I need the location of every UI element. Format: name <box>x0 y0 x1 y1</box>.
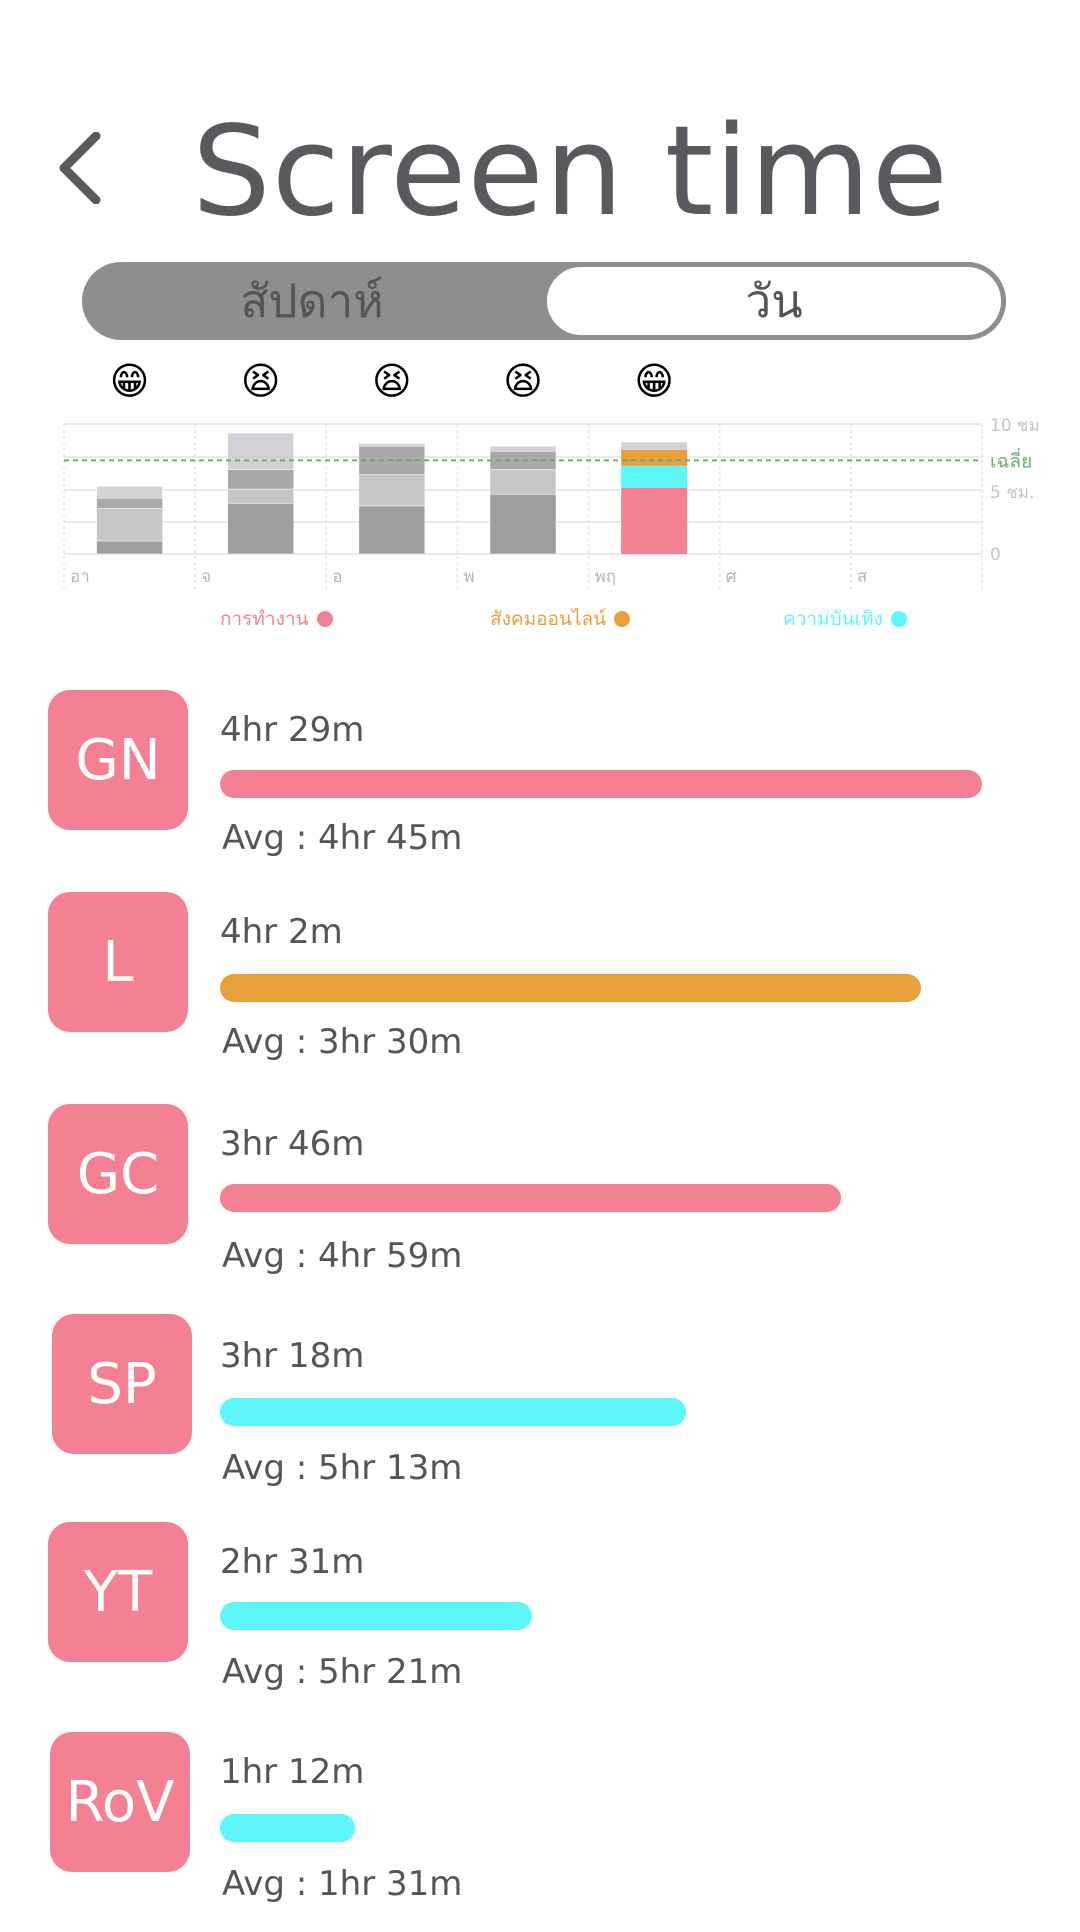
app-badge: SP <box>52 1314 192 1454</box>
app-row-yt[interactable]: YT 2hr 31m Avg : 5hr 21m <box>0 1522 1080 1722</box>
day-label: พฤ <box>595 567 617 587</box>
chart-bar-segment <box>227 432 294 470</box>
chart-bar-segment <box>489 445 557 452</box>
chart-bar-segment <box>227 488 294 504</box>
screen-time-chart: 😁 อา 😫 จ 😫 อ 😫 พ 😁 พฤ ศ ส 10 ชม 5 ชม. 0 เฉลี่ย <box>63 360 1040 590</box>
day-label: พ <box>463 567 474 587</box>
day-label: จ <box>201 567 211 587</box>
app-average: Avg : 4hr 45m <box>222 818 463 858</box>
app-row-sp[interactable]: SP 3hr 18m Avg : 5hr 13m <box>0 1314 1080 1514</box>
usage-bar <box>220 1398 686 1426</box>
app-time: 2hr 31m <box>220 1542 365 1582</box>
usage-bar <box>220 974 921 1002</box>
app-row-rov[interactable]: RoV 1hr 12m Avg : 1hr 31m <box>0 1732 1080 1932</box>
chart-bar-segment <box>96 497 163 509</box>
app-average: Avg : 5hr 13m <box>222 1448 463 1488</box>
chart-bar-segment <box>621 465 688 488</box>
app-time: 3hr 18m <box>220 1336 365 1376</box>
app-row-gc[interactable]: GC 3hr 46m Avg : 4hr 59m <box>0 1104 1080 1304</box>
mood-emoji: 😫 <box>372 360 412 403</box>
chart-bar-segment <box>227 503 294 555</box>
y-tick-label: 5 ชม. <box>990 483 1034 503</box>
chart-bar-segment <box>621 487 688 554</box>
chevron-left-icon <box>59 132 101 204</box>
chart-bar-segment <box>489 493 557 555</box>
page-title: Screen time <box>192 100 949 244</box>
chart-bar-segment <box>358 474 426 507</box>
chart-bar-segment <box>96 486 163 499</box>
app-row-gn[interactable]: GN 4hr 29m Avg : 4hr 45m <box>0 690 1080 890</box>
app-average: Avg : 5hr 21m <box>222 1652 463 1692</box>
chart-bar-segment <box>621 442 688 450</box>
y-tick-label: 0 <box>990 545 1001 565</box>
app-time: 4hr 2m <box>220 912 343 952</box>
day-label: ส <box>857 567 868 587</box>
tab-week[interactable]: สัปดาห์ <box>82 262 542 340</box>
chart-bar-segment <box>358 505 426 555</box>
legend-label: สังคมออนไลน์ <box>490 608 607 630</box>
usage-bar <box>220 1184 841 1212</box>
app-time: 1hr 12m <box>220 1752 365 1792</box>
mood-emoji: 😁 <box>110 360 150 403</box>
chart-bar-segment <box>489 469 557 495</box>
chart-bar-segment <box>621 450 688 466</box>
average-label: เฉลี่ย <box>990 447 1032 472</box>
mood-emoji: 😫 <box>241 360 281 403</box>
legend-dot <box>890 611 907 627</box>
chart-bar-segment <box>358 443 426 447</box>
app-badge: GC <box>48 1104 188 1244</box>
app-time: 3hr 46m <box>220 1124 365 1164</box>
tab-day[interactable]: วัน <box>542 262 1006 340</box>
chart-bar-segment <box>96 508 163 542</box>
mood-emoji: 😫 <box>503 360 543 403</box>
legend-item-work: การทำงาน <box>220 604 333 634</box>
app-time: 4hr 29m <box>220 710 365 750</box>
legend-item-social: สังคมออนไลน์ <box>490 604 631 634</box>
chart-legend: การทำงาน สังคมออนไลน์ ความบันเทิง <box>0 604 1080 644</box>
legend-dot <box>316 611 333 627</box>
legend-label: การทำงาน <box>220 608 309 630</box>
back-button[interactable] <box>44 118 114 218</box>
day-label: อ <box>332 567 342 587</box>
mood-emoji: 😁 <box>634 360 674 403</box>
chart-bar-segment <box>227 469 294 490</box>
app-average: Avg : 4hr 59m <box>222 1236 463 1276</box>
app-average: Avg : 3hr 30m <box>222 1022 463 1062</box>
chart-bar-segment <box>96 540 163 555</box>
y-tick-label: 10 ชม <box>990 416 1040 436</box>
legend-item-entertainment: ความบันเทิง <box>783 604 907 634</box>
app-badge: YT <box>48 1522 188 1662</box>
app-row-l[interactable]: L 4hr 2m Avg : 3hr 30m <box>0 892 1080 1092</box>
app-badge: RoV <box>50 1732 190 1872</box>
app-badge: GN <box>48 690 188 830</box>
period-toggle: สัปดาห์ วัน <box>82 262 1006 340</box>
day-label: อา <box>70 567 90 587</box>
legend-dot <box>614 611 631 627</box>
usage-bar <box>220 770 982 798</box>
app-average: Avg : 1hr 31m <box>222 1864 463 1904</box>
usage-bar <box>220 1814 355 1842</box>
app-badge: L <box>48 892 188 1032</box>
day-label: ศ <box>726 567 737 587</box>
legend-label: ความบันเทิง <box>783 608 883 630</box>
usage-bar <box>220 1602 532 1630</box>
